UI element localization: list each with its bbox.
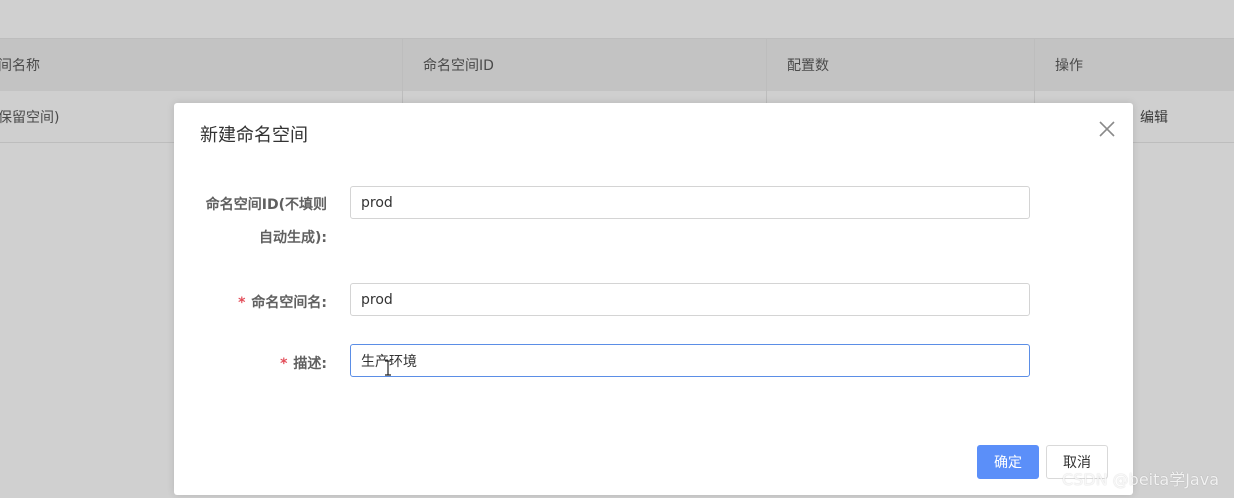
required-mark: * bbox=[238, 295, 246, 311]
close-icon[interactable] bbox=[1097, 119, 1117, 139]
column-header-actions: 操作 bbox=[1055, 58, 1083, 74]
column-header-config-count: 配置数 bbox=[767, 39, 1035, 91]
column-header-name: 间名称 bbox=[0, 39, 403, 91]
table-header: 间名称 命名空间ID 配置数 操作 bbox=[0, 38, 1234, 92]
row-edit-link[interactable]: 编辑 bbox=[1140, 91, 1168, 142]
description-label: * 描述: bbox=[280, 353, 327, 373]
column-header-namespace-id: 命名空间ID bbox=[403, 39, 767, 91]
description-label-text: 描述: bbox=[293, 356, 327, 372]
namespace-name-input[interactable] bbox=[350, 283, 1030, 316]
namespace-id-label-line1: 命名空间ID(不填则 bbox=[205, 197, 327, 213]
confirm-button[interactable]: 确定 bbox=[977, 445, 1039, 479]
description-input[interactable] bbox=[350, 344, 1030, 377]
watermark: CSDN @beita学Java bbox=[1061, 470, 1219, 489]
required-mark: * bbox=[280, 356, 288, 372]
namespace-name-label-text: 命名空间名: bbox=[251, 295, 327, 311]
namespace-id-label: 命名空间ID(不填则 自动生成): bbox=[206, 194, 327, 247]
namespace-name-label: * 命名空间名: bbox=[238, 292, 327, 312]
create-namespace-dialog: 新建命名空间 命名空间ID(不填则 自动生成): * 命名空间名: * 描述: 确定… bbox=[174, 103, 1133, 495]
namespace-id-input[interactable] bbox=[350, 186, 1030, 219]
dialog-title: 新建命名空间 bbox=[200, 125, 308, 146]
namespace-id-label-line2: 自动生成): bbox=[259, 230, 327, 246]
text-cursor-icon bbox=[384, 360, 392, 376]
